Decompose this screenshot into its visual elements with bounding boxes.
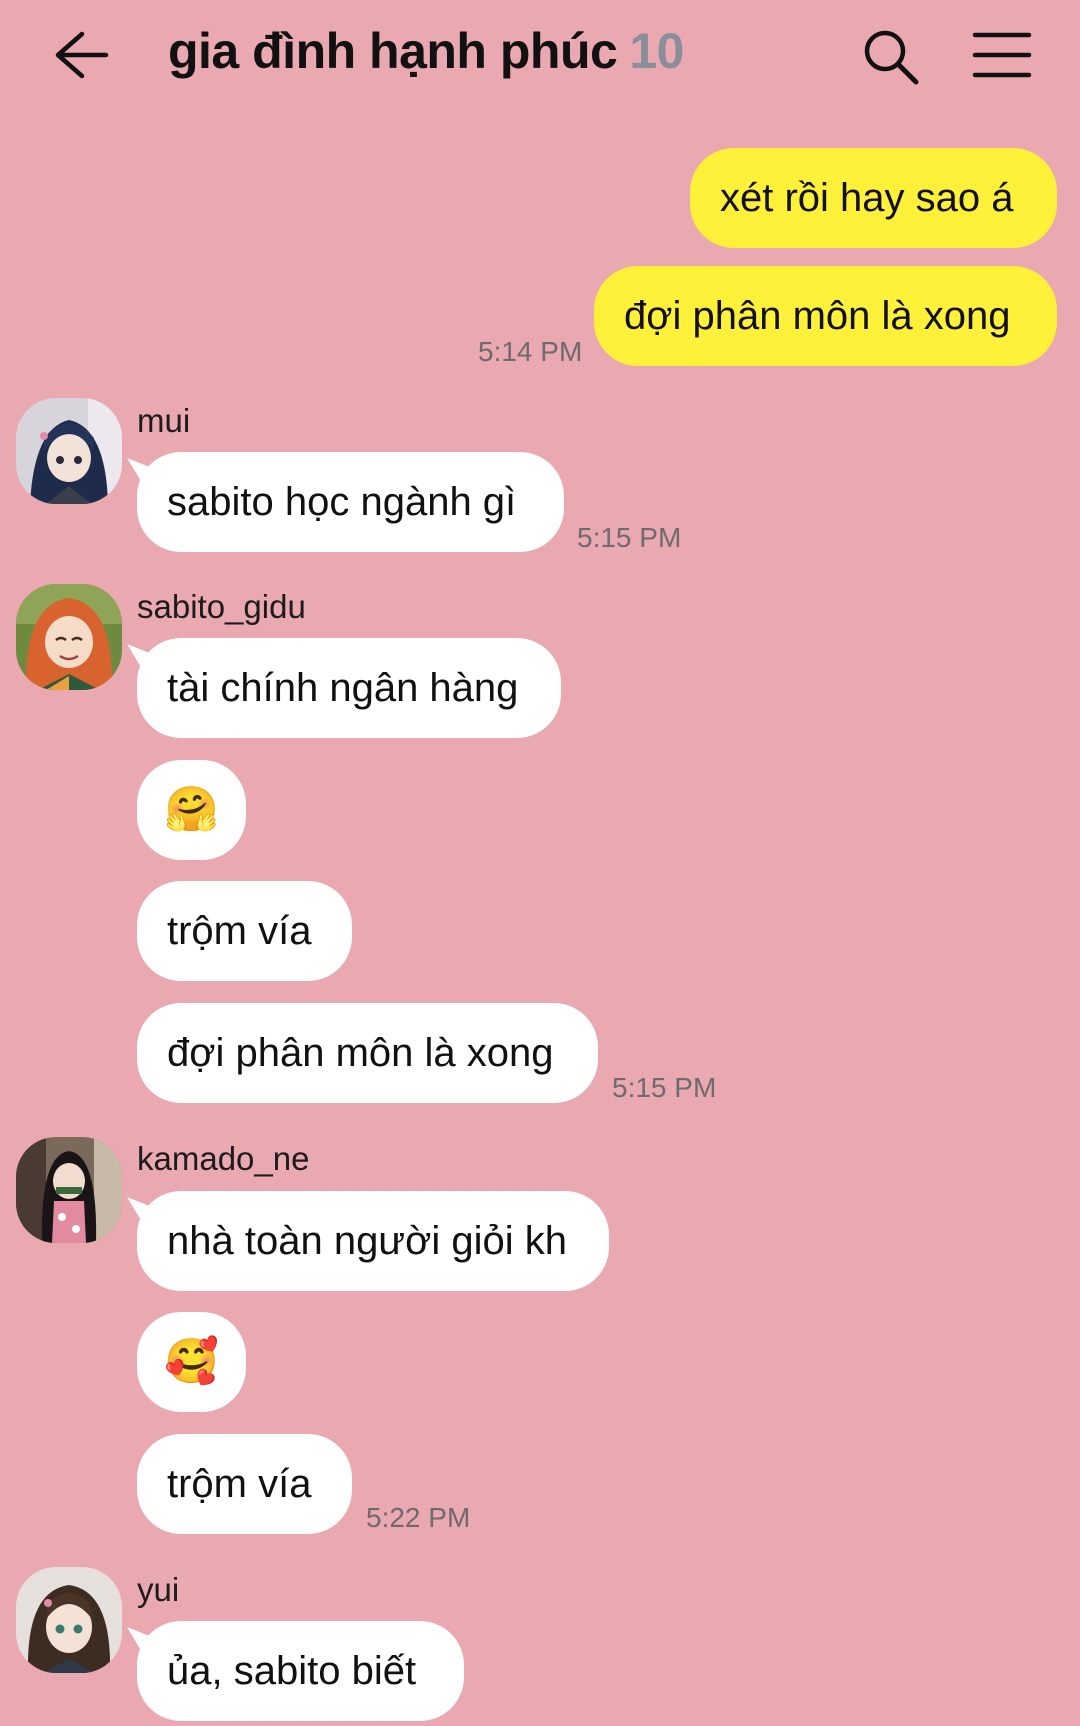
avatar[interactable] (16, 584, 122, 690)
sender-name: yui (137, 1571, 180, 1608)
incoming-message-bubble[interactable]: đợi phân môn là xong (137, 1003, 598, 1103)
avatar[interactable] (16, 1137, 122, 1243)
message-timestamp: 5:15 PM (577, 522, 682, 553)
sender-name: sabito_gidu (137, 588, 306, 625)
menu-icon[interactable] (972, 30, 1032, 80)
message-timestamp: 5:22 PM (366, 1502, 471, 1533)
back-arrow-icon[interactable] (52, 28, 112, 82)
avatar-image (16, 1137, 122, 1243)
avatar-image (16, 1567, 122, 1673)
emoji-message-bubble[interactable]: 🤗 (137, 760, 246, 860)
incoming-message-bubble[interactable]: tài chính ngân hàng (137, 638, 561, 738)
incoming-message-bubble[interactable]: trộm vía (137, 881, 352, 981)
emoji-message-bubble[interactable]: 🥰 (137, 1312, 246, 1412)
chat-title: gia đình hạnh phúc 10 (168, 22, 684, 80)
message-timestamp: 5:14 PM (478, 336, 583, 367)
chat-header: gia đình hạnh phúc 10 (0, 0, 1080, 115)
group-name: gia đình hạnh phúc (168, 23, 618, 79)
sender-name: kamado_ne (137, 1140, 310, 1177)
incoming-message-bubble[interactable]: nhà toàn người giỏi kh (137, 1191, 609, 1291)
incoming-message-bubble[interactable]: ủa, sabito biết (137, 1621, 464, 1721)
own-message-bubble[interactable]: đợi phân môn là xong (594, 266, 1057, 366)
avatar-image (16, 398, 122, 504)
incoming-message-bubble[interactable]: sabito học ngành gì (137, 452, 564, 552)
avatar[interactable] (16, 1567, 122, 1673)
own-message-bubble[interactable]: xét rồi hay sao á (690, 148, 1057, 248)
avatar-image (16, 584, 122, 690)
sender-name: mui (137, 402, 191, 439)
search-icon[interactable] (860, 26, 922, 88)
message-timestamp: 5:15 PM (612, 1072, 717, 1103)
avatar[interactable] (16, 398, 122, 504)
incoming-message-bubble[interactable]: trộm vía (137, 1434, 352, 1534)
member-count: 10 (629, 23, 684, 79)
